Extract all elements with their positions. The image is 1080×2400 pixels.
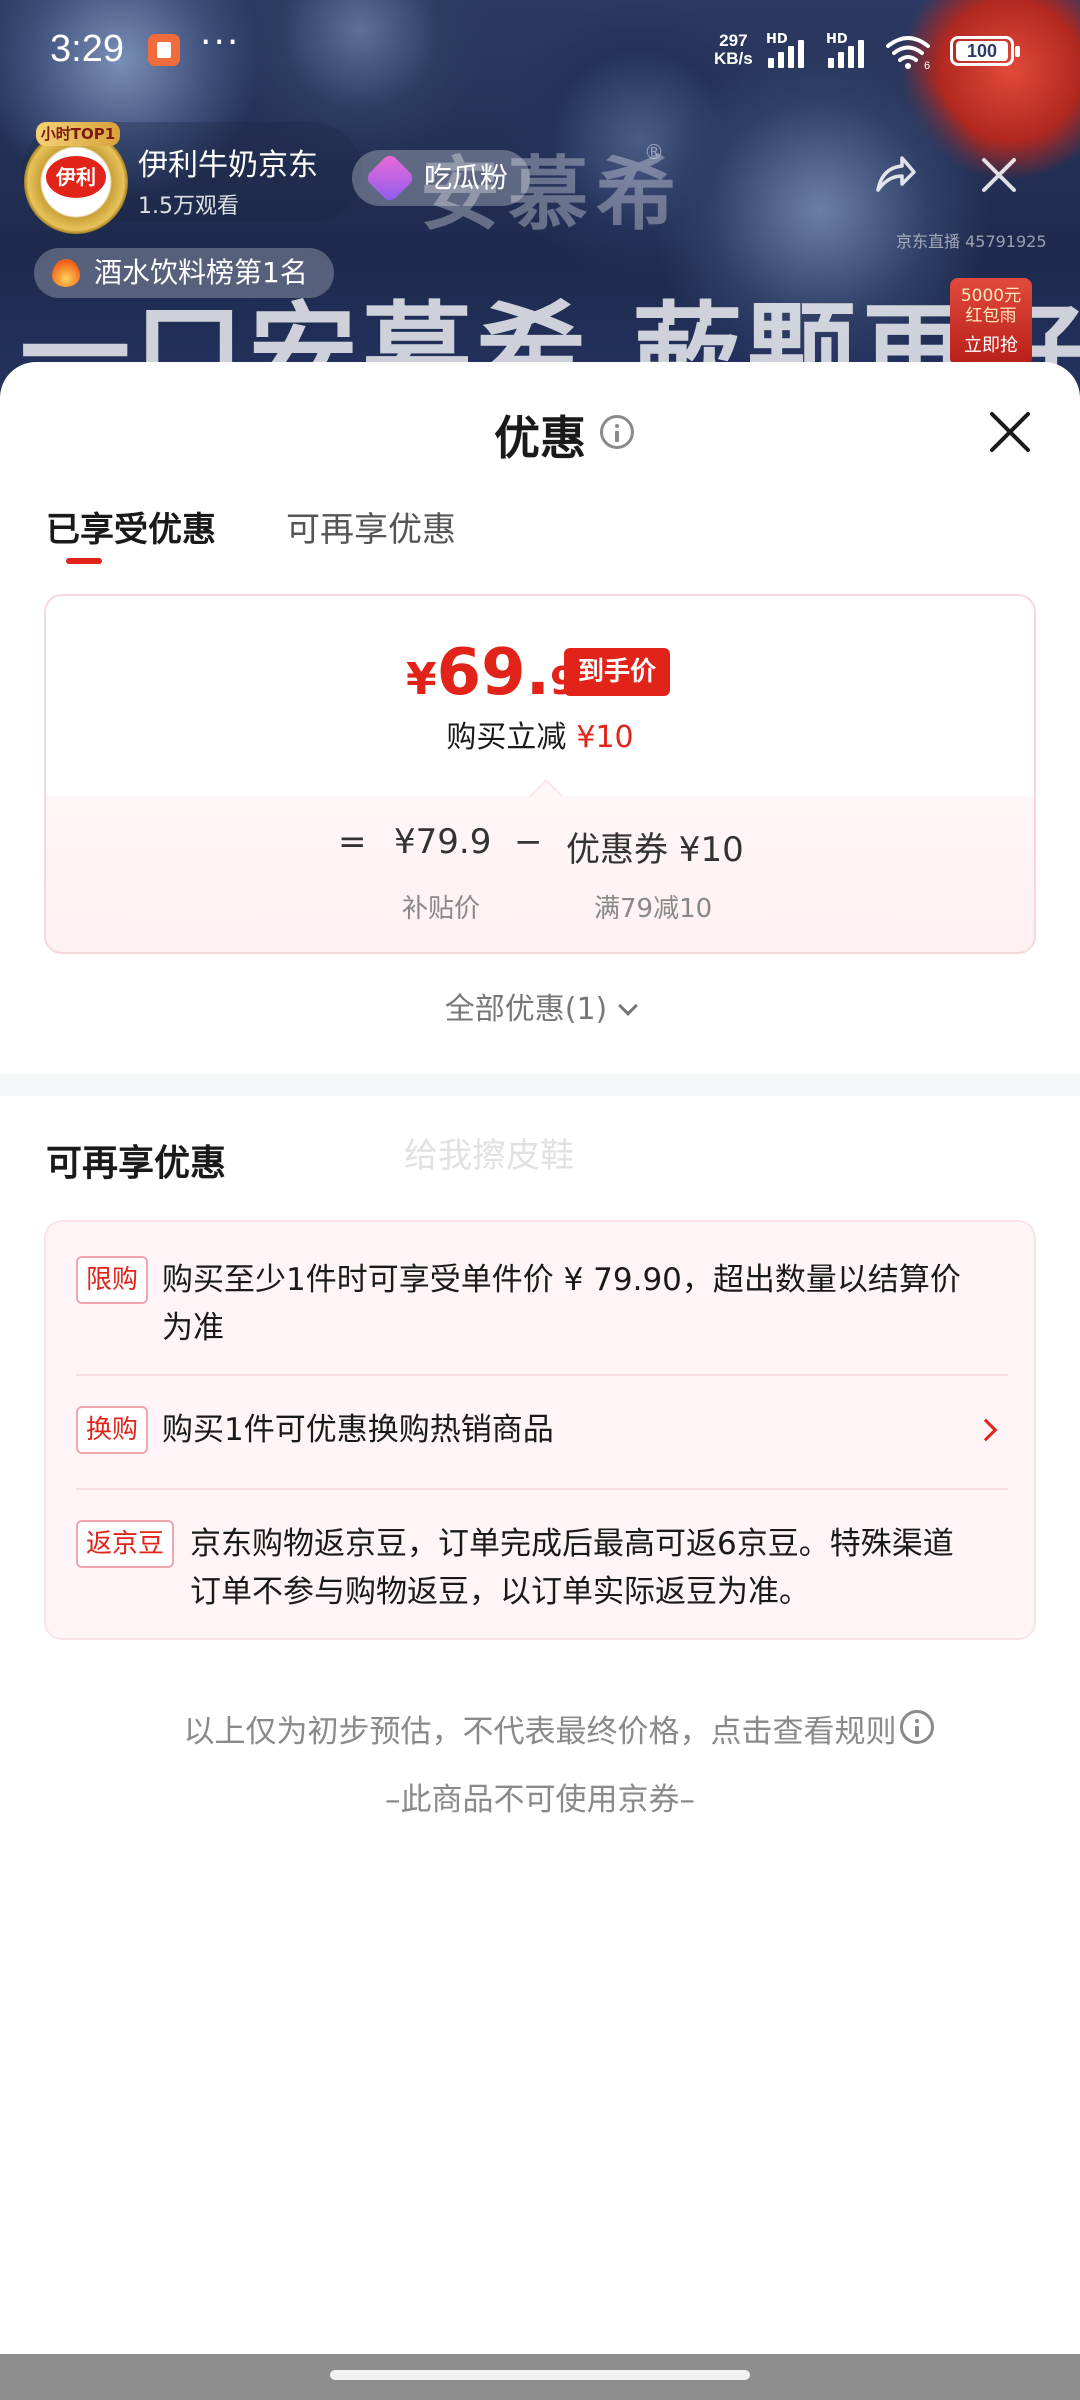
- rank-label: 酒水饮料榜第1名: [94, 256, 308, 289]
- info-icon[interactable]: [600, 415, 634, 449]
- cell-signal-2-icon: HD: [824, 32, 874, 68]
- rank-pill[interactable]: 酒水饮料榜第1名: [34, 248, 334, 298]
- instant-cut-label: 购买立减: [446, 720, 567, 755]
- fan-button[interactable]: 吃瓜粉: [352, 150, 530, 206]
- subsidy-label: 补贴价: [402, 894, 481, 924]
- redpack-label: 红包雨: [965, 306, 1017, 326]
- network-speed-value: 297: [719, 31, 748, 50]
- offer-row-limit: 限购 购买至少1件时可享受单件价 ¥ 79.90，超出数量以结算价 为准: [76, 1256, 1008, 1352]
- wifi-icon: 6: [886, 36, 930, 70]
- discount-sheet: 优惠 已享受优惠 可再享优惠 ¥69.9 到手价 购买立减 ¥10 = ¥79.9…: [0, 362, 1080, 2400]
- fan-label: 吃瓜粉: [424, 161, 509, 194]
- share-icon[interactable]: [872, 152, 918, 198]
- floating-comment: 给我擦皮鞋: [404, 1136, 574, 1176]
- fan-icon: [364, 152, 416, 204]
- brand-logo: 伊利: [46, 156, 106, 198]
- coupon-rule: 满79减10: [594, 894, 713, 924]
- offer-text: 购买至少1件时可享受单件价 ¥ 79.90，超出数量以结算价 为准: [162, 1256, 961, 1352]
- offer-text-line: 京东购物返京豆，订单完成后最高可返6京豆。特殊渠道: [190, 1526, 954, 1562]
- all-offers-toggle[interactable]: 全部优惠(1): [0, 984, 1080, 1028]
- live-stream-background: 安慕希 ® 一口安慕希 蔌颗再好喝 3:29 ··· 297 KB/s HD H…: [0, 0, 1080, 420]
- instant-cut-amount: ¥10: [576, 720, 634, 755]
- hd-label: HD: [826, 32, 848, 47]
- redpack-grab: 立即抢: [964, 335, 1018, 356]
- status-bar: 3:29 ··· 297 KB/s HD HD 6 100: [0, 0, 1080, 100]
- no-jd-coupon-note: –此商品不可使用京券–: [385, 1782, 695, 1818]
- offer-tag: 换购: [76, 1406, 149, 1454]
- minus-sign: −: [514, 822, 543, 862]
- coupon-amount: 优惠券 ¥10: [566, 830, 744, 870]
- offer-tag: 返京豆: [76, 1520, 175, 1568]
- offer-text: 京东购物返京豆，订单完成后最高可返6京豆。特殊渠道 订单不参与购物返豆，以订单实…: [190, 1520, 954, 1616]
- chevron-right-icon: [974, 1418, 998, 1442]
- chevron-down-icon: [618, 996, 639, 1016]
- currency-symbol: ¥: [406, 654, 437, 705]
- battery-icon: 100: [950, 36, 1020, 66]
- more-offers-title: 可再享优惠: [46, 1143, 227, 1184]
- status-time: 3:29: [50, 28, 124, 70]
- equals-sign: =: [338, 822, 367, 862]
- tab-enjoyed[interactable]: 已享受优惠: [46, 502, 216, 551]
- system-nav-bar: [0, 2354, 1080, 2400]
- sheet-title: 优惠: [494, 411, 586, 465]
- offer-tag: 限购: [76, 1256, 149, 1304]
- battery-level: 100: [956, 41, 1008, 61]
- rules-info-icon[interactable]: [900, 1710, 934, 1744]
- room-id: 京东直播 45791925: [896, 232, 1047, 251]
- fire-icon: [52, 259, 80, 287]
- viewer-count: 1.5万观看: [138, 194, 239, 219]
- all-offers-label: 全部优惠(1): [444, 992, 608, 1027]
- offers-list: 限购 购买至少1件时可享受单件价 ¥ 79.90，超出数量以结算价 为准 换购 …: [44, 1220, 1036, 1640]
- price-integer: 69.: [436, 636, 550, 710]
- network-speed-unit: KB/s: [714, 49, 753, 68]
- offer-text-line: 订单不参与购物返豆，以订单实际返豆为准。: [190, 1574, 810, 1610]
- home-indicator[interactable]: [330, 2370, 750, 2380]
- row-divider: [76, 1488, 1008, 1490]
- red-packet-rain[interactable]: 5000元 红包雨 立即抢: [950, 278, 1032, 366]
- estimate-disclaimer-text: 以上仅为初步预估，不代表最终价格，点击查看规则: [183, 1714, 897, 1750]
- live-close-icon[interactable]: [976, 152, 1022, 198]
- more-notifications-icon: ···: [200, 22, 241, 63]
- offer-row-beans: 返京豆 京东购物返京豆，订单完成后最高可返6京豆。特殊渠道 订单不参与购物返豆，…: [76, 1520, 1008, 1616]
- redpack-amount: 5000元: [960, 286, 1022, 306]
- price-card: ¥69.9 到手价 购买立减¥10 = ¥79.9 − 优惠券 ¥10 补贴价 …: [44, 594, 1036, 954]
- offer-text: 购买1件可优惠换购热销商品: [162, 1412, 554, 1448]
- brand-registered-mark: ®: [644, 140, 664, 164]
- network-speed: 297 KB/s: [714, 32, 753, 68]
- price-breakdown-bg: [46, 796, 1034, 952]
- final-price: ¥69.9: [406, 636, 576, 710]
- cell-signal-1-icon: HD: [764, 32, 814, 68]
- wifi-label: 6: [924, 60, 930, 70]
- tab-indicator: [66, 558, 102, 564]
- top-rank-badge: 小时TOP1: [36, 122, 120, 146]
- final-price-badge: 到手价: [564, 648, 671, 696]
- instant-discount: 购买立减 ¥10: [46, 712, 1034, 756]
- section-divider: [0, 1074, 1080, 1096]
- subsidy-price: ¥79.9: [394, 822, 492, 862]
- row-divider: [76, 1374, 1008, 1376]
- offer-text-line: 购买至少1件时可享受单件价 ¥ 79.90，超出数量以结算价: [162, 1262, 961, 1298]
- tab-more-available[interactable]: 可再享优惠: [286, 502, 456, 551]
- close-icon[interactable]: [986, 408, 1034, 456]
- hd-label: HD: [766, 32, 788, 47]
- offer-text-line: 为准: [162, 1310, 224, 1346]
- offer-row-exchange[interactable]: 换购 购买1件可优惠换购热销商品: [76, 1406, 1008, 1454]
- anchor-name[interactable]: 伊利牛奶京东: [138, 140, 318, 184]
- notification-app-icon: [148, 34, 180, 66]
